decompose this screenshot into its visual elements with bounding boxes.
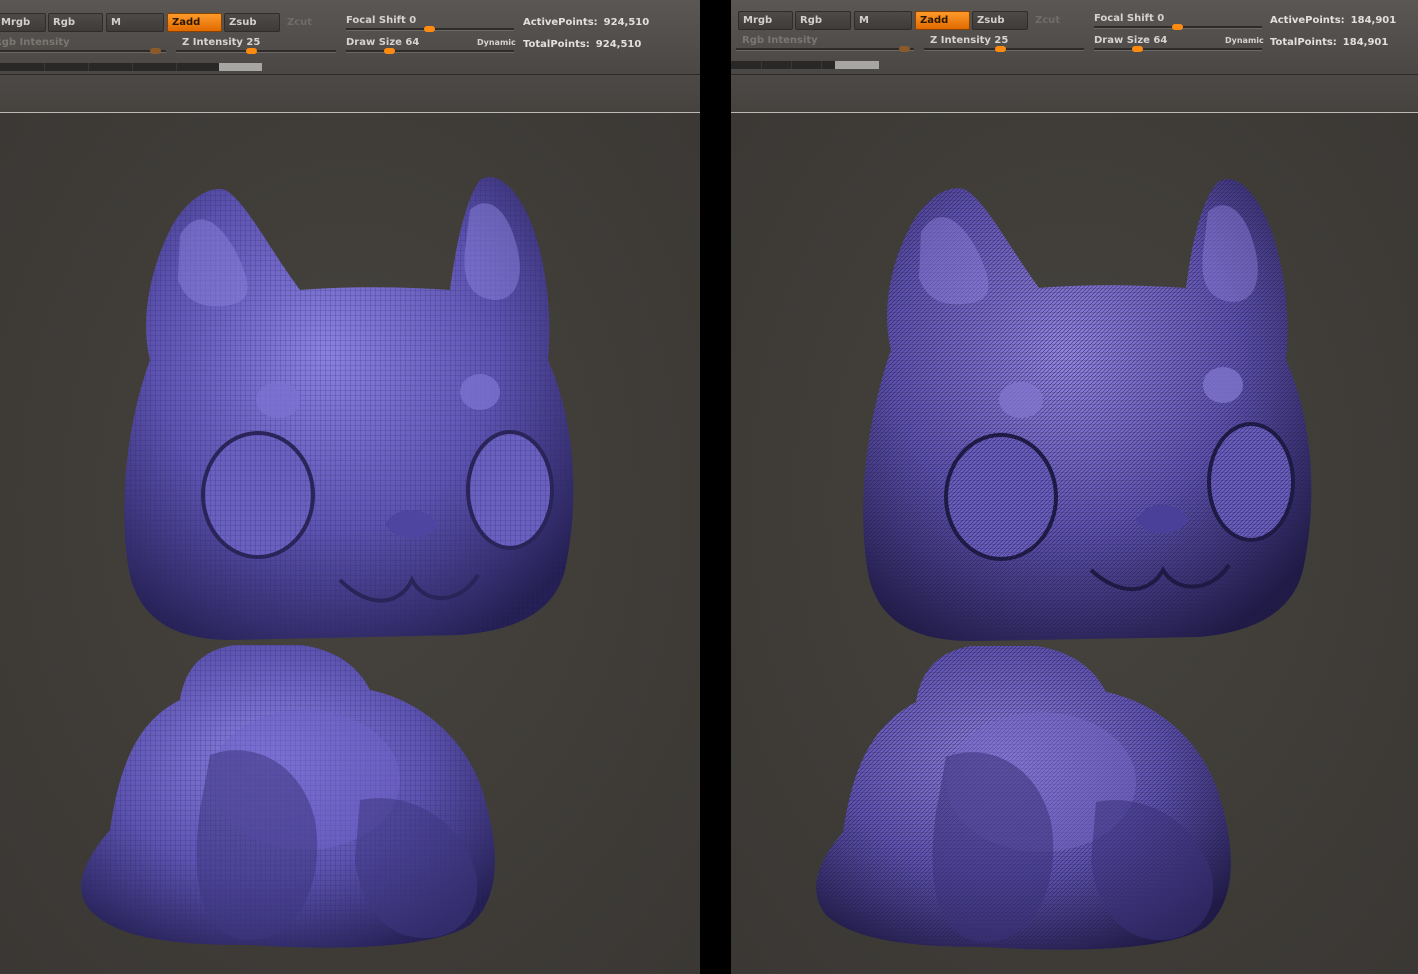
slider-knob[interactable]	[1132, 46, 1143, 52]
rgb-button[interactable]: Rgb	[795, 11, 851, 30]
slider-knob[interactable]	[899, 46, 910, 52]
timeline-tick	[791, 61, 792, 69]
focal-shift-value: 0	[409, 15, 417, 26]
slider-knob[interactable]	[246, 48, 257, 54]
z-intensity-value: 25	[994, 35, 1009, 46]
focal-shift-text: Focal Shift	[1094, 13, 1154, 24]
timeline-bar[interactable]	[731, 61, 879, 69]
cat-figurine-mesh-icon	[816, 178, 1312, 950]
draw-size-label: Draw Size 64	[1094, 35, 1167, 46]
total-points-label: TotalPoints:	[1270, 37, 1337, 48]
active-points-readout: ActivePoints: 184,901	[1270, 15, 1396, 26]
active-points-label: ActivePoints:	[523, 17, 598, 28]
focal-shift-slider[interactable]	[346, 26, 514, 32]
cat-head	[124, 176, 574, 641]
timeline-thumb[interactable]	[219, 63, 262, 71]
total-points-label: TotalPoints:	[523, 39, 590, 50]
timeline-tick	[176, 63, 177, 71]
draw-size-value: 64	[405, 37, 420, 48]
timeline-bar[interactable]	[0, 63, 262, 71]
z-intensity-slider[interactable]	[176, 48, 336, 54]
timeline-thumb[interactable]	[835, 61, 879, 69]
cat-head	[863, 178, 1312, 642]
zcut-button[interactable]: Zcut	[282, 13, 332, 32]
zadd-button[interactable]: Zadd	[915, 11, 970, 30]
timeline-tick	[88, 63, 89, 71]
z-intensity-value: 25	[246, 37, 261, 48]
z-intensity-label: Z Intensity 25	[182, 37, 260, 48]
mrgb-button[interactable]: Mrgb	[738, 11, 793, 30]
rgb-intensity-slider[interactable]	[0, 48, 166, 54]
timeline-tick	[44, 63, 45, 71]
timeline-tick	[761, 61, 762, 69]
dynamic-label[interactable]: Dynamic	[477, 38, 516, 47]
draw-size-text: Draw Size	[1094, 35, 1150, 46]
z-intensity-label: Z Intensity 25	[930, 35, 1008, 46]
sub-toolbar	[0, 75, 700, 112]
cat-body	[816, 646, 1231, 950]
draw-size-value: 64	[1153, 35, 1168, 46]
total-points-readout: TotalPoints: 924,510	[523, 39, 641, 50]
slider-knob[interactable]	[424, 26, 435, 32]
z-intensity-text: Z Intensity	[182, 37, 243, 48]
zsub-button[interactable]: Zsub	[224, 13, 280, 32]
active-points-value: 924,510	[603, 17, 650, 28]
focal-shift-text: Focal Shift	[346, 15, 406, 26]
left-viewport-panel: Mrgb Rgb M Zadd Zsub Zcut Rgb Intensity …	[0, 0, 700, 974]
m-button[interactable]: M	[106, 13, 164, 32]
draw-size-slider[interactable]	[1094, 46, 1262, 52]
active-points-readout: ActivePoints: 924,510	[523, 17, 649, 28]
draw-size-text: Draw Size	[346, 37, 402, 48]
top-toolbar: Mrgb Rgb M Zadd Zsub Zcut Rgb Intensity …	[731, 0, 1418, 75]
rgb-button[interactable]: Rgb	[48, 13, 103, 32]
rgb-intensity-label: Rgb Intensity	[742, 35, 818, 46]
z-intensity-text: Z Intensity	[930, 35, 991, 46]
slider-knob[interactable]	[995, 46, 1006, 52]
sub-toolbar	[731, 75, 1418, 112]
timeline-tick	[132, 63, 133, 71]
cat-body	[81, 645, 495, 948]
cat-figurine-mesh-icon	[81, 176, 574, 948]
slider-knob[interactable]	[384, 48, 395, 54]
slider-knob[interactable]	[1172, 24, 1183, 30]
active-points-label: ActivePoints:	[1270, 15, 1345, 26]
rgb-intensity-slider[interactable]	[736, 46, 914, 52]
mrgb-button[interactable]: Mrgb	[0, 13, 46, 32]
timeline-tick	[821, 61, 822, 69]
canvas-viewport[interactable]	[731, 113, 1418, 974]
zcut-button[interactable]: Zcut	[1030, 11, 1080, 30]
dynamic-label[interactable]: Dynamic	[1225, 36, 1264, 45]
focal-shift-slider[interactable]	[1094, 24, 1262, 30]
active-points-value: 184,901	[1350, 15, 1397, 26]
focal-shift-label: Focal Shift 0	[1094, 13, 1164, 24]
total-points-value: 184,901	[1342, 37, 1389, 48]
canvas-viewport[interactable]	[0, 113, 700, 974]
slider-knob[interactable]	[150, 48, 161, 54]
draw-size-slider[interactable]	[346, 48, 514, 54]
total-points-readout: TotalPoints: 184,901	[1270, 37, 1388, 48]
m-button[interactable]: M	[854, 11, 912, 30]
split-divider	[700, 0, 731, 974]
zsub-button[interactable]: Zsub	[972, 11, 1028, 30]
rgb-intensity-label: Rgb Intensity	[0, 37, 70, 48]
draw-size-label: Draw Size 64	[346, 37, 419, 48]
zadd-button[interactable]: Zadd	[167, 13, 222, 32]
focal-shift-label: Focal Shift 0	[346, 15, 416, 26]
total-points-value: 924,510	[595, 39, 642, 50]
focal-shift-value: 0	[1157, 13, 1165, 24]
right-viewport-panel: Mrgb Rgb M Zadd Zsub Zcut Rgb Intensity …	[731, 0, 1418, 974]
z-intensity-slider[interactable]	[924, 46, 1084, 52]
top-toolbar: Mrgb Rgb M Zadd Zsub Zcut Rgb Intensity …	[0, 0, 700, 75]
